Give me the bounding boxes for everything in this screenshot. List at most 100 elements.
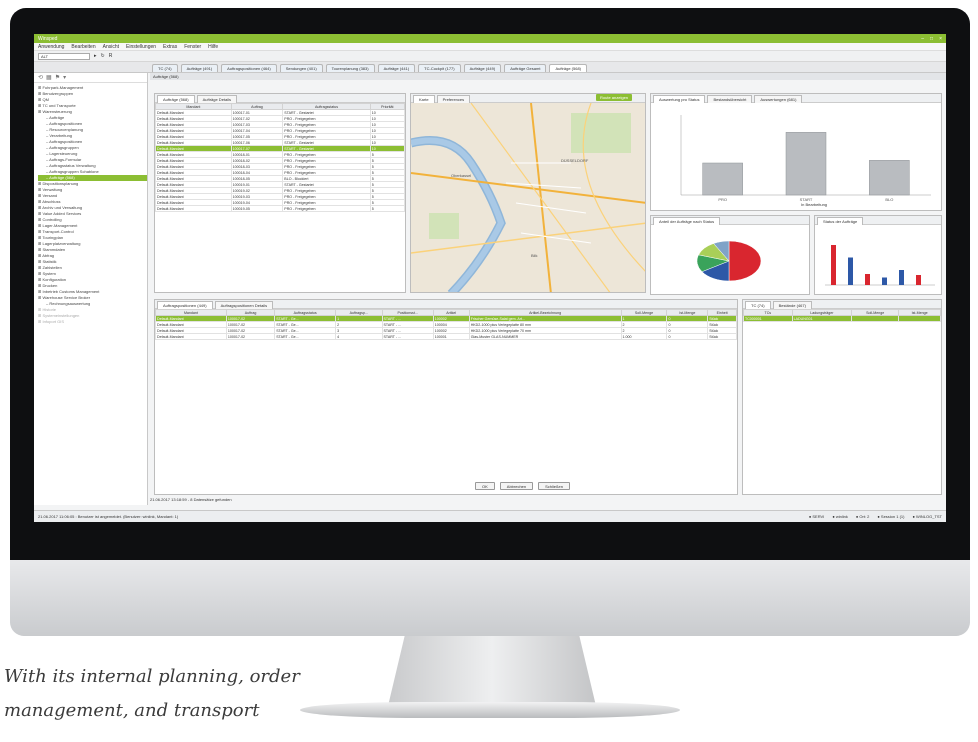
table-row[interactable]: Default-Mandant 100019-05 PRO - Freigegebe… bbox=[155, 205, 406, 212]
panel-tab[interactable]: Auftragspositionen (449) bbox=[157, 301, 213, 309]
tree-item-label: – Resourcenplanung bbox=[46, 127, 83, 132]
panel-tab[interactable]: Auswertungen (681) bbox=[754, 95, 803, 103]
document-tab[interactable]: Aufträge (441) bbox=[377, 64, 416, 72]
document-tab[interactable]: Tourenplanung (383) bbox=[325, 64, 375, 72]
city-map[interactable]: DÜSSELDORF Oberkassel Bilk bbox=[411, 103, 645, 292]
bar bbox=[785, 132, 827, 196]
panel-tab[interactable]: Preferences bbox=[436, 95, 471, 103]
table-cell: 100017-02 bbox=[225, 333, 276, 340]
panel-tab[interactable]: Auftragspositionen Details bbox=[214, 301, 274, 309]
tree-item-label: – Auftragsgruppen Schablone bbox=[46, 169, 99, 174]
orders-panel: Aufträge (568) Aufträge Details Mandant Au… bbox=[154, 93, 406, 293]
pie-panel: Anteil der Aufträge nach Status bbox=[650, 215, 810, 295]
report-icon[interactable]: R bbox=[109, 53, 113, 59]
menu-item[interactable]: Anwendung bbox=[38, 44, 64, 50]
maximize-icon[interactable]: □ bbox=[930, 36, 933, 42]
menu-item[interactable]: Einstellungen bbox=[126, 44, 156, 50]
run-icon[interactable]: ▸ bbox=[94, 53, 97, 59]
tree-item-label: – Aufträge (568) bbox=[46, 175, 75, 180]
table-row[interactable]: TC000001 LADUNG01 bbox=[743, 315, 941, 322]
panel-tab[interactable]: Karte bbox=[413, 95, 435, 103]
menu-item[interactable]: Fenster bbox=[184, 44, 201, 50]
document-tab[interactable]: TC (74) bbox=[152, 64, 178, 72]
menu-item[interactable]: Hilfe bbox=[208, 44, 218, 50]
search-combo[interactable]: ALT bbox=[38, 52, 90, 60]
panel-tab[interactable]: Bestandsübersicht bbox=[707, 95, 753, 103]
route-button[interactable]: Route anzeigen bbox=[596, 94, 633, 101]
document-tab[interactable]: Auftragspositionen (464) bbox=[221, 64, 277, 72]
table-cell: TC000001 bbox=[743, 315, 793, 322]
pie-slice bbox=[728, 240, 762, 282]
close-icon[interactable]: × bbox=[939, 36, 942, 42]
panel-tab[interactable]: Aufträge Details bbox=[196, 95, 238, 103]
panel-tab[interactable]: TC (74) bbox=[745, 301, 771, 309]
location-icon: ● Ort: 2 bbox=[855, 514, 870, 519]
dialog-button[interactable]: OK bbox=[475, 482, 495, 490]
panel-tab[interactable]: Aufträge (568) bbox=[157, 95, 195, 103]
refresh-icon[interactable]: ↻ bbox=[101, 53, 105, 59]
screen: Winsped – □ × Anwendung Bearbeiten Ansicht Ei… bbox=[34, 34, 946, 522]
tree-item-label: – Auftragsstatus Verwaltung bbox=[46, 163, 96, 168]
minimize-icon[interactable]: – bbox=[921, 36, 924, 42]
tree-item-label: ⊞ Benutzergruppen bbox=[38, 91, 74, 96]
tree-item-label: ⊞ Stammdaten bbox=[38, 247, 66, 252]
bar bbox=[865, 274, 870, 285]
document-tab[interactable]: TC-Cockpit (177) bbox=[418, 64, 461, 72]
document-tab[interactable]: Aufträge Gesamt bbox=[504, 64, 547, 72]
tree-item-label: ⊞ QM bbox=[38, 97, 49, 102]
status-chart-panel: Auswertung pro Status Bestandsübersicht Au… bbox=[650, 93, 942, 211]
bar bbox=[899, 270, 904, 285]
bar bbox=[848, 257, 853, 285]
document-tab[interactable]: Aufträge (568) bbox=[549, 64, 588, 72]
dialog-button[interactable]: Schließen bbox=[538, 482, 570, 490]
tree-item-label: ⊞ Warehouse Service Broker bbox=[38, 295, 91, 300]
bar-label: PRO bbox=[718, 197, 727, 202]
map-panel: Karte Preferences DÜSSELDORF Oberkassel … bbox=[410, 93, 646, 293]
panel-tab[interactable]: Bestände (467) bbox=[772, 301, 812, 309]
sidebar-tool-icon[interactable]: ▾ bbox=[63, 74, 66, 81]
document-tab[interactable]: Aufträge (491) bbox=[180, 64, 219, 72]
small-bar-chart bbox=[825, 245, 935, 286]
tree-item-label: ⊞ Abfrag bbox=[38, 253, 55, 258]
app-title: Winsped bbox=[38, 35, 58, 42]
panel-tab[interactable]: Auswertung pro Status bbox=[653, 95, 706, 103]
tree-item-label: ⊞ Historie bbox=[38, 307, 57, 312]
bar-label: BLO bbox=[885, 197, 893, 202]
server-icon: ● SERVI bbox=[808, 514, 825, 519]
small-chart-title[interactable]: Status der Aufträge bbox=[817, 217, 864, 225]
tc-table: TCs Ladungsträger Soll-Menge Ist-Menge TC000… bbox=[743, 309, 941, 322]
table-cell: 4 bbox=[335, 333, 383, 340]
tree-item-label: ⊞ Dispositionsplanung bbox=[38, 181, 79, 186]
chart-tabs: Auswertung pro Status Bestandsübersicht Au… bbox=[651, 94, 941, 103]
tree-item-label: ⊞ Verwaltung bbox=[38, 187, 63, 192]
table-cell: Glas-Muster GLAS-NUMMER bbox=[468, 333, 622, 340]
menu-item[interactable]: Bearbeiten bbox=[71, 44, 95, 50]
tree-item-label: ⊞ Konfiguration bbox=[38, 277, 67, 282]
sidebar-tool-icon[interactable]: ⟲ bbox=[38, 74, 43, 81]
dialog-button[interactable]: Abbrechen bbox=[499, 482, 534, 490]
sidebar-tool-icon[interactable]: ▦ bbox=[46, 74, 52, 81]
table-cell: START - ... bbox=[381, 333, 434, 340]
document-tab[interactable]: Aufträge (449) bbox=[463, 64, 502, 72]
tree-item-label: ⊞ Lager-Management bbox=[38, 223, 78, 228]
tree-item[interactable]: ⊞ Infoport GIS bbox=[38, 319, 147, 325]
tree-item-label: ⊞ Versand bbox=[38, 193, 58, 198]
tree-item-label: ⊞ Infoport GIS bbox=[38, 319, 65, 324]
sidebar-tool-icon[interactable]: ⚑ bbox=[55, 74, 60, 81]
tree-item-label: ⊞ Value Added Services bbox=[38, 211, 82, 216]
table-cell: Stück bbox=[707, 333, 737, 340]
status-pie-chart bbox=[696, 240, 762, 282]
document-tabs: TC (74) Aufträge (491) Auftragspositionen … bbox=[34, 62, 946, 73]
marketing-caption: With its internal planning, order managem… bbox=[4, 660, 334, 728]
pie-title[interactable]: Anteil der Aufträge nach Status bbox=[653, 217, 721, 225]
result-info: 21.06.2017 13:18:59 - 8 Datensätze gefun… bbox=[150, 497, 232, 502]
menu-item[interactable]: Extras bbox=[163, 44, 177, 50]
tree-item-label: – Verarbeitung bbox=[46, 133, 73, 138]
tree-item-label: – Auftragspositionen bbox=[46, 121, 83, 126]
positions-tabs: Auftragspositionen (449) Auftragsposition… bbox=[155, 300, 737, 309]
document-tab[interactable]: Sendungen (401) bbox=[279, 64, 323, 72]
menu-item[interactable]: Ansicht bbox=[103, 44, 119, 50]
menu-bar: Anwendung Bearbeiten Ansicht Einstellungen E… bbox=[34, 43, 946, 51]
map-label: DÜSSELDORF bbox=[561, 158, 589, 163]
table-row[interactable]: Default-Mandant 100017-02 START - Ge... 4 ST… bbox=[155, 333, 737, 340]
